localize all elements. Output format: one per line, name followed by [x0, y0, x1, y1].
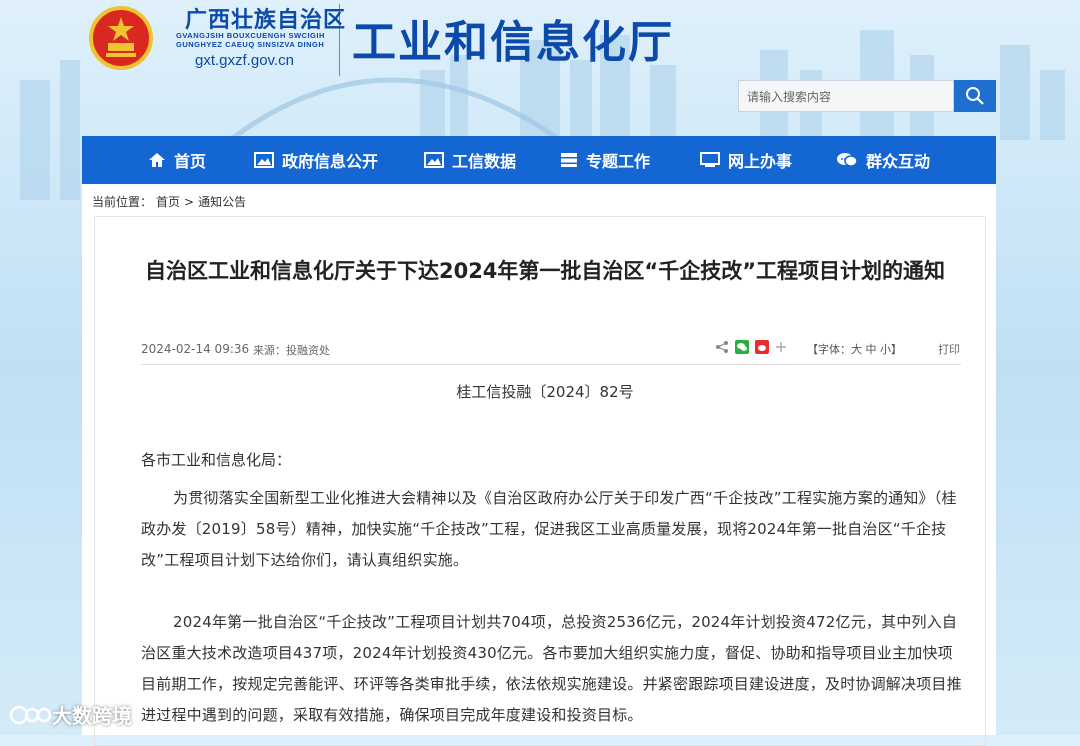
image-icon [254, 152, 274, 168]
watermark-logo-icon [9, 705, 52, 724]
document-number: 桂工信投融〔2024〕82号 [456, 383, 634, 401]
share-bar [715, 340, 787, 354]
breadcrumb-separator: > [184, 195, 195, 209]
salutation: 各市工业和信息化局： [141, 451, 292, 469]
nav-label: 网上办事 [728, 152, 793, 171]
wechat-icon[interactable] [735, 340, 749, 354]
breadcrumb-prefix: 当前位置： [92, 195, 153, 209]
meta-divider [141, 364, 961, 365]
nav-item-online-service[interactable]: 网上办事 [700, 136, 792, 184]
site-header: 广西壮族自治区 GVANGJSIH BOUXCUENGH SWCIGIH GUN… [0, 0, 1080, 136]
nav-label: 工信数据 [452, 152, 517, 171]
breadcrumb-home[interactable]: 首页 [156, 195, 180, 209]
nav-label: 首页 [174, 152, 207, 171]
watermark: 大数跨境 [8, 700, 132, 729]
nav-item-gov-info[interactable]: 政府信息公开 [254, 136, 378, 184]
article-date: 2024-02-14 09:36 [141, 342, 250, 356]
watermark-text: 大数跨境 [52, 704, 132, 728]
font-size-control[interactable]: 【字体：大 中 小】 [807, 341, 902, 357]
nav-label: 政府信息公开 [282, 152, 379, 171]
chat-icon [837, 153, 858, 167]
site-url[interactable]: gxt.gxzf.gov.cn [195, 52, 294, 69]
article-panel: 自治区工业和信息化厅关于下达2024年第一批自治区“千企技改”工程项目计划的通知… [94, 216, 986, 746]
home-icon [149, 153, 165, 167]
org-name-zhuang-1: GVANGJSIH BOUXCUENGH SWCIGIH [176, 31, 325, 40]
org-name-zhuang-2: GUNGHYEZ CAEUQ SINSIZVA DINGH [176, 40, 325, 49]
breadcrumb: 当前位置： 首页 > 通知公告 [92, 193, 250, 210]
weibo-icon[interactable] [755, 340, 769, 354]
plus-icon[interactable] [775, 341, 787, 353]
header-divider [339, 4, 340, 76]
article-title: 自治区工业和信息化厅关于下达2024年第一批自治区“千企技改”工程项目计划的通知 [144, 259, 946, 283]
nav-label: 群众互动 [866, 152, 931, 171]
print-link[interactable]: 打印 [938, 341, 960, 357]
search-button[interactable] [954, 80, 996, 112]
image-icon [424, 152, 444, 168]
department-title: 工业和信息化厅 [352, 17, 674, 68]
national-emblem-icon [89, 6, 153, 70]
monitor-icon [700, 152, 720, 167]
search-icon [966, 87, 984, 105]
share-icon[interactable] [715, 340, 729, 354]
nav-label: 专题工作 [586, 152, 651, 171]
article-source: 来源：投融资处 [253, 344, 330, 357]
content-area: 当前位置： 首页 > 通知公告 自治区工业和信息化厅关于下达2024年第一批自治区“千… [82, 184, 996, 746]
breadcrumb-current[interactable]: 通知公告 [198, 195, 246, 209]
search-input[interactable]: 请输入搜索内容 [738, 80, 954, 112]
nav-item-home[interactable]: 首页 [148, 136, 206, 184]
paragraph: 为贯彻落实全国新型工业化推进大会精神以及《自治区政府办公厅关于印发广西“千企技改… [141, 489, 957, 569]
stack-icon [561, 153, 577, 167]
nav-item-interaction[interactable]: 群众互动 [836, 136, 930, 184]
main-nav: 首页 政府信息公开 工信数据 专题工作 网上办事 群众互动 [82, 136, 996, 184]
org-name: 广西壮族自治区 [185, 8, 347, 33]
nav-item-topics[interactable]: 专题工作 [560, 136, 650, 184]
nav-item-data[interactable]: 工信数据 [424, 136, 516, 184]
paragraph: 2024年第一批自治区“千企技改”工程项目计划共704项，总投资2536亿元，2… [141, 613, 962, 724]
